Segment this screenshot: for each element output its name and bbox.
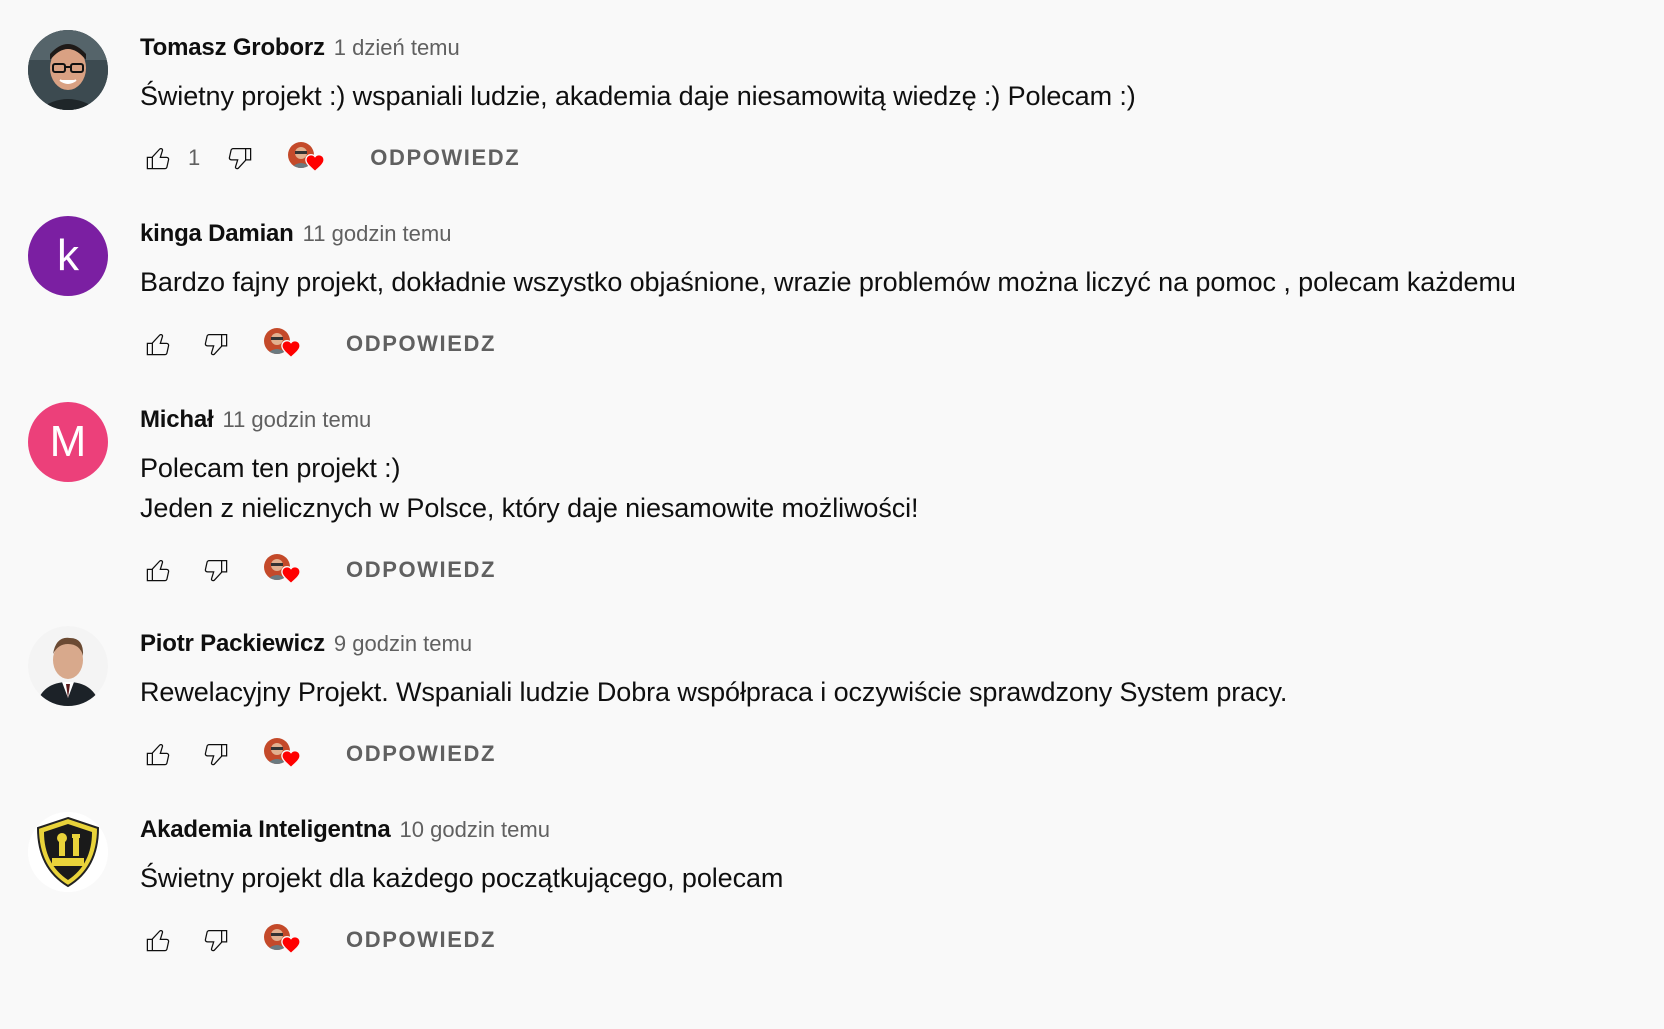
published-time[interactable]: 10 godzin temu <box>400 817 550 843</box>
dislike-button[interactable] <box>198 326 234 362</box>
creator-heart <box>264 324 308 364</box>
comment-body: kinga Damian 11 godzin temu Bardzo fajny… <box>140 216 1624 364</box>
dislike-button[interactable] <box>198 736 234 772</box>
comment-body: Tomasz Groborz 1 dzień temu Świetny proj… <box>140 30 1624 178</box>
thumb-down-icon <box>204 744 228 766</box>
comment-body: Piotr Packiewicz 9 godzin temu Rewelacyj… <box>140 626 1624 774</box>
person-glasses-photo-icon <box>28 30 108 110</box>
comment-header: kinga Damian 11 godzin temu <box>140 216 1624 254</box>
like-button[interactable] <box>140 736 176 772</box>
comment-header: Tomasz Groborz 1 dzień temu <box>140 30 1624 68</box>
creator-heart-icon <box>281 340 301 358</box>
creator-heart <box>264 920 308 960</box>
published-time[interactable]: 1 dzień temu <box>334 35 460 61</box>
published-time[interactable]: 9 godzin temu <box>334 631 472 657</box>
thumb-up-icon <box>146 744 170 766</box>
creator-heart-icon <box>281 566 301 584</box>
comment-text: Świetny projekt dla każdego początkujące… <box>140 863 784 893</box>
comment-text: Rewelacyjny Projekt. Wspaniali ludzie Do… <box>140 677 1288 707</box>
author-avatar[interactable] <box>28 812 108 892</box>
comment-text: Świetny projekt :) wspaniali ludzie, aka… <box>140 81 1136 111</box>
published-time[interactable]: 11 godzin temu <box>222 407 371 433</box>
dislike-button[interactable] <box>222 140 258 176</box>
thumb-up-icon <box>146 560 170 582</box>
comment-text: Polecam ten projekt :) Jeden z nieliczny… <box>140 453 919 523</box>
avatar-letter: k <box>57 231 79 280</box>
reply-button[interactable]: ODPOWIEDZ <box>346 921 496 959</box>
thumb-down-icon <box>204 560 228 582</box>
thumb-down-icon <box>204 930 228 952</box>
author-name[interactable]: Michał <box>140 406 214 434</box>
person-suit-photo-icon <box>28 626 108 706</box>
author-avatar[interactable]: M <box>28 402 108 482</box>
comment-actions: ODPOWIEDZ <box>140 550 1624 590</box>
dislike-button[interactable] <box>198 922 234 958</box>
creator-heart-icon <box>305 154 326 172</box>
author-name[interactable]: Tomasz Groborz <box>140 34 325 62</box>
comment-actions: ODPOWIEDZ <box>140 324 1624 364</box>
comment-header: Michał 11 godzin temu <box>140 402 1624 440</box>
creator-heart-icon <box>281 750 301 768</box>
comment-body: Michał 11 godzin temu Polecam ten projek… <box>140 402 1624 590</box>
author-name[interactable]: Akademia Inteligentna <box>140 816 391 844</box>
author-avatar[interactable] <box>28 626 108 706</box>
dislike-button[interactable] <box>198 552 234 588</box>
avatar-letter: M <box>49 417 87 466</box>
reply-button[interactable]: ODPOWIEDZ <box>370 139 520 177</box>
creator-heart <box>264 734 308 774</box>
comments-list: Tomasz Groborz 1 dzień temu Świetny proj… <box>0 0 1664 1029</box>
like-count: 1 <box>188 145 201 170</box>
author-name[interactable]: kinga Damian <box>140 220 294 248</box>
author-name[interactable]: Piotr Packiewicz <box>140 630 325 658</box>
comment-body: Akademia Inteligentna 10 godzin temu Świ… <box>140 812 1624 960</box>
thumb-down-icon <box>204 334 228 356</box>
like-button[interactable] <box>140 552 176 588</box>
reply-button[interactable]: ODPOWIEDZ <box>346 735 496 773</box>
thumb-up-icon <box>146 930 170 952</box>
reply-button[interactable]: ODPOWIEDZ <box>346 325 496 363</box>
reply-button[interactable]: ODPOWIEDZ <box>346 551 496 589</box>
author-avatar[interactable]: k <box>28 216 108 296</box>
comment-actions: 1 ODPOWIEDZ <box>140 138 1624 178</box>
creator-heart <box>288 138 332 178</box>
comment-header: Akademia Inteligentna 10 godzin temu <box>140 812 1624 850</box>
thumb-up-icon <box>146 334 170 356</box>
thumb-up-icon <box>146 148 170 170</box>
author-avatar[interactable] <box>28 30 108 110</box>
thumb-down-icon <box>228 148 252 170</box>
comment-actions: ODPOWIEDZ <box>140 734 1624 774</box>
creator-heart <box>264 550 308 590</box>
creator-heart-icon <box>281 936 301 954</box>
like-button[interactable] <box>140 326 176 362</box>
comment-header: Piotr Packiewicz 9 godzin temu <box>140 626 1624 664</box>
like-button[interactable] <box>140 922 176 958</box>
published-time[interactable]: 11 godzin temu <box>303 221 452 247</box>
like-button[interactable] <box>140 140 176 176</box>
comment-text: Bardzo fajny projekt, dokładnie wszystko… <box>140 267 1516 297</box>
comment-actions: ODPOWIEDZ <box>140 920 1624 960</box>
chess-shield-logo-icon <box>28 812 108 892</box>
